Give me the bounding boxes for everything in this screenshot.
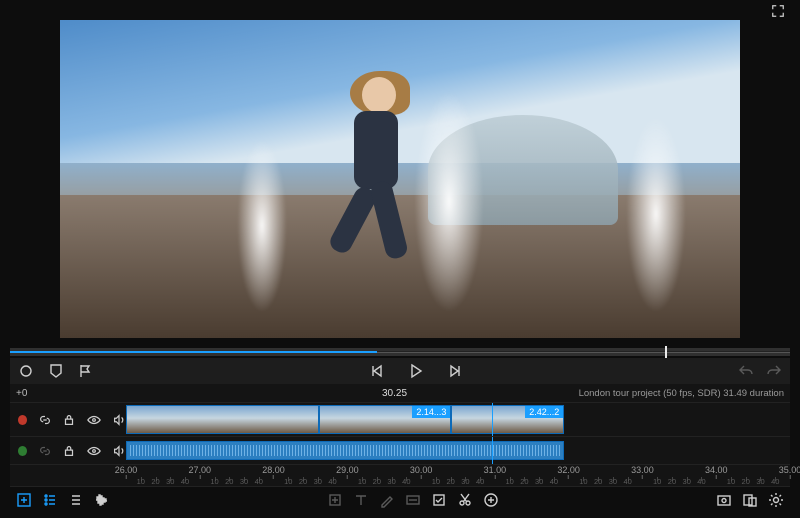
insert-icon[interactable] <box>327 492 343 508</box>
ruler-tick: 26.00 <box>115 465 138 479</box>
timeline: +0 30.25 London tour project (50 fps, SD… <box>10 384 790 486</box>
zoom-level[interactable]: +0 <box>16 388 124 399</box>
expand-icon[interactable] <box>770 3 786 19</box>
speaker-icon[interactable] <box>111 443 126 459</box>
video-clip[interactable]: 2.14...3 <box>319 405 452 434</box>
prev-frame-icon[interactable] <box>370 363 386 379</box>
time-ruler[interactable]: 26.001020304027.001020304028.00102030402… <box>10 464 790 486</box>
ruler-tick: 27.00 <box>189 465 212 479</box>
video-preview[interactable] <box>60 20 740 338</box>
cut-icon[interactable] <box>457 492 473 508</box>
flag-icon[interactable] <box>78 363 94 379</box>
play-icon[interactable] <box>408 363 424 379</box>
scrub-bar[interactable] <box>10 348 790 356</box>
ruler-tick: 30.00 <box>410 465 433 479</box>
titles-icon[interactable] <box>405 492 421 508</box>
add-icon[interactable] <box>483 492 499 508</box>
ruler-tick: 31.00 <box>484 465 507 479</box>
undo-icon[interactable] <box>738 363 754 379</box>
snapshot-icon[interactable] <box>716 492 732 508</box>
eye-icon[interactable] <box>87 412 102 428</box>
select-icon[interactable] <box>431 492 447 508</box>
ruler-tick: 34.00 <box>705 465 728 479</box>
effects-icon[interactable] <box>68 492 84 508</box>
project-info: London tour project (50 fps, SDR) 31.49 … <box>579 388 784 399</box>
lock-icon[interactable] <box>62 443 77 459</box>
video-clip[interactable]: 2.42...2 <box>451 405 564 434</box>
ruler-tick: 29.00 <box>336 465 359 479</box>
video-track: 2.42...2 2.14...3 <box>10 402 790 436</box>
bottom-toolbar <box>10 486 790 512</box>
text-icon[interactable] <box>353 492 369 508</box>
audio-lane[interactable] <box>126 437 790 464</box>
export-icon[interactable] <box>742 492 758 508</box>
tracks-panel-icon[interactable] <box>42 492 58 508</box>
link-icon[interactable] <box>37 412 52 428</box>
record-icon[interactable] <box>18 363 34 379</box>
eye-icon[interactable] <box>87 443 102 459</box>
video-lane[interactable]: 2.42...2 2.14...3 <box>126 403 790 436</box>
audio-clip[interactable] <box>126 441 564 460</box>
redo-icon[interactable] <box>766 363 782 379</box>
clip-label: 2.14...3 <box>412 406 450 418</box>
ruler-tick: 32.00 <box>557 465 580 479</box>
playhead-time: 30.25 <box>124 388 579 399</box>
track-color-indicator <box>18 446 27 456</box>
clip-label: 2.42...2 <box>525 406 563 418</box>
audio-track <box>10 436 790 464</box>
settings-icon[interactable] <box>768 492 784 508</box>
ruler-tick: 28.00 <box>262 465 285 479</box>
waveform-icon[interactable] <box>94 492 110 508</box>
transport-bar <box>10 358 790 384</box>
track-color-indicator <box>18 415 27 425</box>
link-icon[interactable] <box>37 443 52 459</box>
draw-icon[interactable] <box>379 492 395 508</box>
next-frame-icon[interactable] <box>446 363 462 379</box>
lock-icon[interactable] <box>62 412 77 428</box>
video-clip[interactable] <box>126 405 319 434</box>
marker-shield-icon[interactable] <box>48 363 64 379</box>
ruler-tick: 33.00 <box>631 465 654 479</box>
ruler-tick: 35.00 <box>779 465 800 479</box>
speaker-icon[interactable] <box>111 412 126 428</box>
add-media-icon[interactable] <box>16 492 32 508</box>
